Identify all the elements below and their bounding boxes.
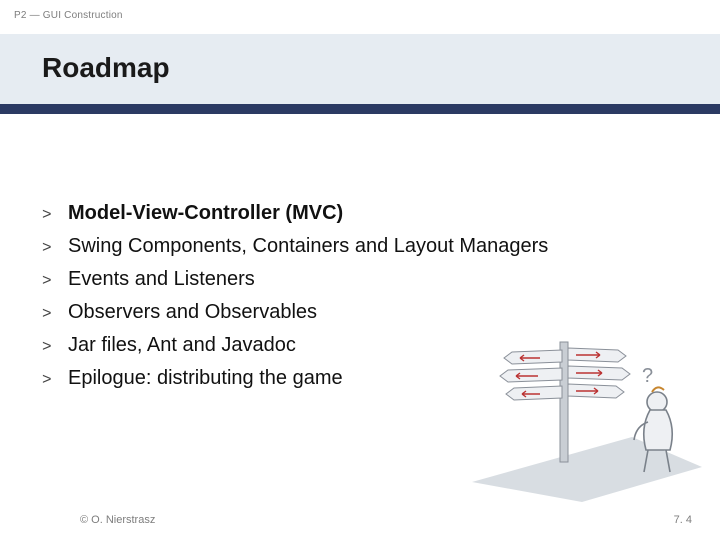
item-text: Epilogue: distributing the game [68, 365, 343, 392]
title-band: Roadmap [0, 34, 720, 104]
item-text: Jar files, Ant and Javadoc [68, 332, 296, 359]
svg-text:?: ? [642, 365, 653, 387]
accent-bar [0, 104, 720, 114]
bullet-glyph: > [42, 338, 68, 356]
list-item: > Model-View-Controller (MVC) [42, 200, 662, 227]
list-item: > Swing Components, Containers and Layou… [42, 233, 662, 260]
slide-title: Roadmap [0, 34, 720, 84]
slide-number: 7. 4 [674, 514, 692, 526]
item-text: Events and Listeners [68, 266, 255, 293]
item-text: Swing Components, Containers and Layout … [68, 233, 548, 260]
footer-copyright: © O. Nierstrasz [80, 514, 155, 526]
course-topline: P2 — GUI Construction [14, 10, 123, 21]
item-text: Model-View-Controller (MVC) [68, 200, 343, 227]
bullet-glyph: > [42, 239, 68, 257]
bullet-glyph: > [42, 206, 68, 224]
bullet-glyph: > [42, 371, 68, 389]
list-item: > Events and Listeners [42, 266, 662, 293]
bullet-glyph: > [42, 305, 68, 323]
bullet-glyph: > [42, 272, 68, 290]
item-text: Observers and Observables [68, 299, 317, 326]
signpost-illustration: ? [472, 322, 702, 502]
